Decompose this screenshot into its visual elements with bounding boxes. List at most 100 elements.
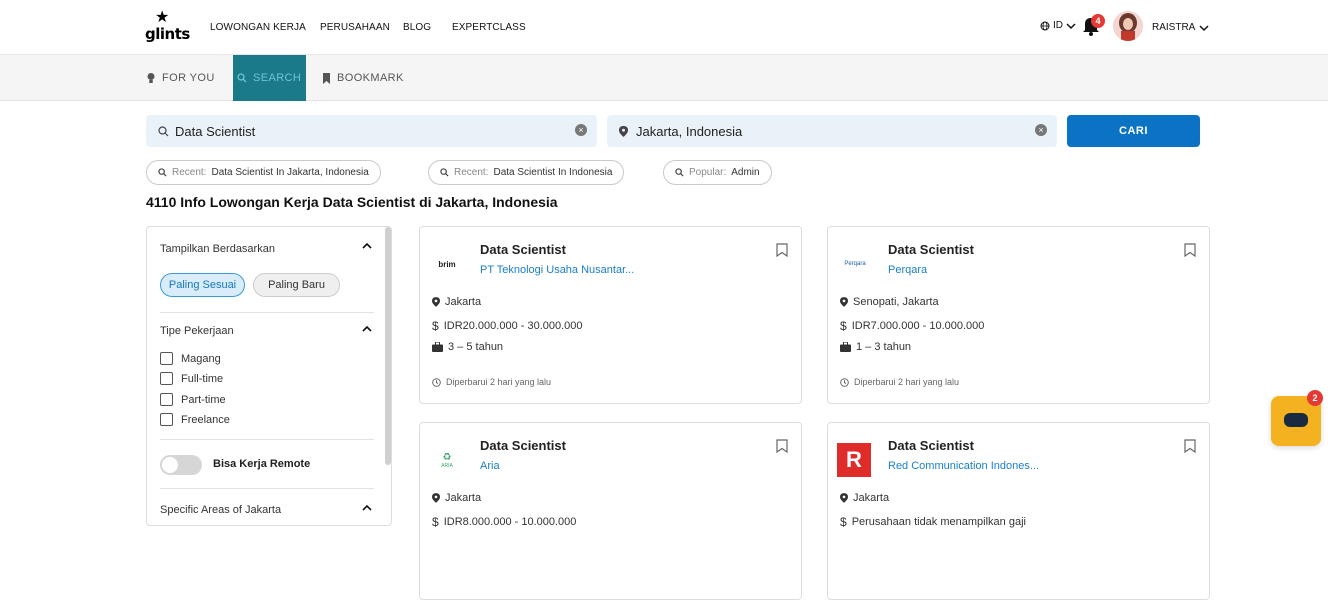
sort-relevant-button[interactable]: Paling Sesuai — [160, 273, 245, 297]
job-salary: $ IDR20.000.000 - 30.000.000 — [432, 319, 583, 333]
chevron-down-icon — [1199, 24, 1209, 31]
remote-label: Bisa Kerja Remote — [213, 458, 311, 470]
job-experience: 1 – 3 tahun — [840, 341, 911, 353]
tab-for-you[interactable]: FOR YOU — [146, 55, 215, 101]
recycle-icon: ♻ — [442, 451, 452, 463]
nav-link-lowongan-kerja[interactable]: LOWONGAN KERJA — [210, 22, 306, 33]
nav-link-expertclass[interactable]: EXPERTCLASS — [452, 22, 526, 33]
job-updated: Diperbarui 2 hari yang lalu — [840, 377, 959, 387]
recent-search-chip[interactable]: Recent: Data Scientist In Indonesia — [428, 160, 625, 185]
language-label: ID — [1053, 20, 1063, 31]
job-location: Senopati, Jakarta — [840, 296, 939, 308]
job-card[interactable]: ♻ ARIA Data Scientist Aria Jakarta $ IDR8.… — [419, 422, 802, 600]
checkbox-part-time[interactable]: Part-time — [160, 393, 226, 406]
sidebar-scrollbar[interactable] — [385, 227, 391, 465]
chevron-down-icon — [1066, 22, 1076, 29]
job-salary: $ Perusahaan tidak menampilkan gaji — [840, 515, 1026, 529]
checkbox-magang[interactable]: Magang — [160, 352, 221, 365]
job-experience: 3 – 5 tahun — [432, 341, 503, 353]
clear-location-icon[interactable]: × — [1035, 124, 1047, 136]
search-icon — [675, 168, 684, 177]
job-card[interactable]: R Data Scientist Red Communication Indon… — [827, 422, 1210, 600]
dollar-icon: $ — [432, 515, 439, 529]
location-input-value: Jakarta, Indonesia — [636, 123, 743, 139]
area-heading: Specific Areas of Jakarta — [160, 504, 282, 516]
avatar[interactable] — [1113, 11, 1143, 41]
job-title[interactable]: Data Scientist — [480, 242, 566, 257]
filter-sidebar: Tampilkan Berdasarkan Paling Sesuai Pali… — [146, 226, 392, 526]
job-card[interactable]: brim Data Scientist PT Teknologi Usaha N… — [419, 226, 802, 404]
language-selector[interactable]: ID — [1040, 20, 1076, 31]
bookmark-icon[interactable] — [776, 439, 788, 453]
clear-search-icon[interactable]: × — [575, 124, 587, 136]
job-title[interactable]: Data Scientist — [480, 438, 566, 453]
job-type-heading: Tipe Pekerjaan — [160, 325, 234, 337]
location-pin-icon — [840, 297, 848, 307]
tab-bookmark[interactable]: BOOKMARK — [322, 55, 404, 101]
results-heading: 4110 Info Lowongan Kerja Data Scientist … — [146, 194, 558, 210]
avatar-image-icon — [1119, 13, 1137, 41]
user-menu[interactable]: RAISTRA — [1152, 22, 1209, 33]
search-button[interactable]: CARI — [1067, 115, 1200, 147]
clock-icon — [432, 377, 441, 387]
clock-icon — [840, 377, 849, 387]
dollar-icon: $ — [840, 515, 847, 529]
dollar-icon: $ — [840, 319, 847, 333]
sub-navbar: FOR YOU SEARCH BOOKMARK — [0, 55, 1328, 101]
job-card[interactable]: Perqara Data Scientist Perqara Senopati,… — [827, 226, 1210, 404]
company-name[interactable]: Perqara — [888, 264, 927, 276]
lightbulb-icon — [147, 73, 155, 83]
notification-badge: 4 — [1091, 14, 1105, 28]
divider — [160, 312, 374, 313]
user-name: RAISTRA — [1152, 22, 1196, 33]
top-navbar: ★ glints LOWONGAN KERJA PERUSAHAAN BLOG … — [0, 0, 1328, 55]
chevron-up-icon[interactable] — [362, 241, 372, 253]
company-logo: brim — [438, 259, 456, 269]
bookmark-icon[interactable] — [776, 243, 788, 257]
company-logo: ♻ ARIA — [441, 451, 453, 469]
bookmark-icon — [323, 72, 330, 84]
bookmark-icon[interactable] — [1184, 439, 1196, 453]
company-name[interactable]: Aria — [480, 460, 500, 472]
search-icon — [158, 168, 167, 177]
divider — [160, 488, 374, 489]
company-logo: Perqara — [844, 261, 866, 267]
divider — [160, 439, 374, 440]
remote-toggle[interactable] — [160, 455, 202, 475]
glints-logo[interactable]: ★ glints — [145, 9, 190, 46]
star-icon: ★ — [155, 9, 170, 26]
search-input-value: Data Scientist — [175, 123, 256, 139]
location-input[interactable]: Jakarta, Indonesia — [607, 115, 1057, 147]
sort-newest-button[interactable]: Paling Baru — [253, 273, 340, 297]
job-salary: $ IDR8.000.000 - 10.000.000 — [432, 515, 577, 529]
job-location: Jakarta — [840, 492, 889, 504]
job-location: Jakarta — [432, 296, 481, 308]
location-pin-icon — [840, 493, 848, 503]
nav-link-perusahaan[interactable]: PERUSAHAAN — [320, 22, 390, 33]
chevron-up-icon[interactable] — [362, 324, 372, 336]
recent-search-chip[interactable]: Recent: Data Scientist In Jakarta, Indone… — [146, 160, 381, 185]
popular-search-chip[interactable]: Popular: Admin — [663, 160, 772, 185]
chat-icon — [1284, 413, 1308, 427]
nav-link-blog[interactable]: BLOG — [403, 22, 431, 33]
dollar-icon: $ — [432, 319, 439, 333]
search-input[interactable]: Data Scientist — [146, 115, 597, 147]
briefcase-icon — [432, 342, 443, 352]
checkbox-freelance[interactable]: Freelance — [160, 413, 230, 426]
job-title[interactable]: Data Scientist — [888, 242, 974, 257]
location-pin-icon — [432, 297, 440, 307]
tab-search[interactable]: SEARCH — [233, 55, 306, 101]
sort-heading: Tampilkan Berdasarkan — [160, 243, 275, 255]
job-updated: Diperbarui 2 hari yang lalu — [432, 377, 551, 387]
briefcase-icon — [840, 342, 851, 352]
bookmark-icon[interactable] — [1184, 243, 1196, 257]
checkbox-full-time[interactable]: Full-time — [160, 372, 223, 385]
location-pin-icon — [432, 493, 440, 503]
search-icon — [440, 168, 449, 177]
job-salary: $ IDR7.000.000 - 10.000.000 — [840, 319, 985, 333]
job-title[interactable]: Data Scientist — [888, 438, 974, 453]
chevron-up-icon[interactable] — [362, 503, 372, 515]
company-name[interactable]: Red Communication Indones... — [888, 460, 1039, 472]
company-name[interactable]: PT Teknologi Usaha Nusantar... — [480, 264, 634, 276]
search-icon — [158, 125, 169, 136]
